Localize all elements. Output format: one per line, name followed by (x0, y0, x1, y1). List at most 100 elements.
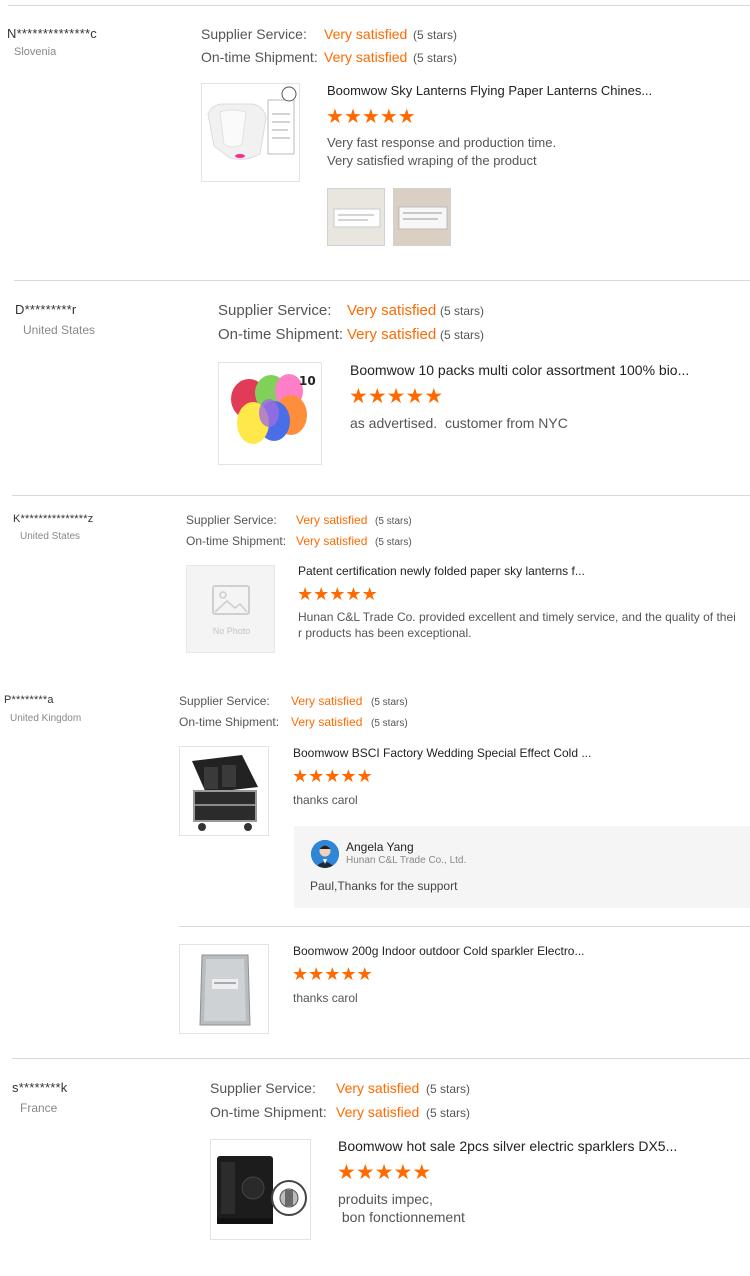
product-thumbnail[interactable] (201, 83, 300, 182)
supplier-service-row: Supplier Service: Very satisfied (5 star… (186, 513, 412, 527)
product-rating-stars: ★ ★ ★ ★ ★ (337, 1162, 431, 1183)
supplier-service-stars: (5 stars) (371, 697, 408, 708)
product-thumbnail[interactable] (179, 746, 269, 836)
supplier-service-label: Supplier Service: (186, 513, 277, 527)
star-icon: ★ (356, 766, 373, 786)
review-photo-image (328, 189, 384, 245)
star-icon: ★ (329, 584, 346, 604)
supplier-service-stars: (5 stars) (375, 516, 412, 527)
comment-line: produits impec, (338, 1191, 433, 1207)
ontime-shipment-label: On-time Shipment: (179, 715, 280, 729)
star-icon: ★ (379, 106, 398, 128)
no-photo-placeholder: No Photo (212, 585, 251, 636)
buyer-country: Slovenia (14, 46, 57, 58)
star-icon: ★ (292, 964, 309, 984)
no-photo-text: No Photo (213, 626, 251, 636)
product-title[interactable]: Boomwow Sky Lanterns Flying Paper Lanter… (327, 83, 737, 98)
star-icon: ★ (361, 106, 380, 128)
product-title[interactable]: Boomwow hot sale 2pcs silver electric sp… (338, 1138, 738, 1154)
star-icon: ★ (424, 385, 444, 408)
supplier-service-value: Very satisfied (291, 694, 363, 708)
lantern-count-badge: 10 (299, 374, 316, 388)
product-title[interactable]: Boomwow 10 packs multi color assortment … (350, 362, 740, 378)
ontime-shipment-value: Very satisfied (324, 49, 408, 65)
ontime-shipment-stars: (5 stars) (426, 1106, 471, 1120)
buyer-country: United Kingdom (10, 713, 82, 724)
supplier-service-stars: (5 stars) (426, 1082, 471, 1096)
supplier-service-label: Supplier Service: (201, 26, 307, 42)
reply-text: Paul,Thanks for the support (310, 879, 458, 893)
comment-line: r products has been exceptional. (298, 626, 472, 640)
star-icon: ★ (324, 964, 341, 984)
star-icon: ★ (345, 584, 362, 604)
star-icon: ★ (313, 584, 330, 604)
buyer-country: United States (23, 323, 96, 337)
reply-author-name: Angela Yang (346, 840, 414, 854)
star-icon: ★ (297, 584, 314, 604)
star-icon: ★ (326, 106, 344, 128)
review-comment: as advertised. customer from NYC (350, 414, 568, 434)
ontime-shipment-stars: (5 stars) (440, 328, 485, 342)
product-title[interactable]: Patent certification newly folded paper … (298, 564, 718, 578)
product-rating-stars: ★ ★ ★ ★ ★ (292, 767, 373, 785)
product-rating-stars: ★ ★ ★ ★ ★ (326, 107, 416, 127)
star-icon: ★ (356, 964, 373, 984)
supplier-service-value: Very satisfied (347, 302, 437, 319)
ontime-shipment-label: On-time Shipment: (186, 534, 287, 548)
review-photo[interactable] (393, 188, 451, 246)
supplier-service-label: Supplier Service: (179, 694, 270, 708)
divider (8, 5, 750, 6)
star-icon: ★ (386, 385, 406, 408)
ontime-shipment-row: On-time Shipment: Very satisfied (5 star… (210, 1104, 470, 1120)
star-icon: ★ (405, 385, 425, 408)
product-rating-stars: ★ ★ ★ ★ ★ (349, 386, 443, 407)
supplier-service-label: Supplier Service: (210, 1080, 316, 1096)
buyer-name: P********a (4, 694, 54, 706)
supplier-service-row: Supplier Service: Very satisfied (5 star… (210, 1080, 470, 1096)
buyer-name: N**************c (7, 26, 97, 41)
star-icon: ★ (308, 766, 325, 786)
star-icon: ★ (292, 766, 309, 786)
ontime-shipment-label: On-time Shipment: (201, 49, 318, 65)
review-comment: thanks carol (293, 793, 358, 807)
review-comment: thanks carol (293, 991, 358, 1005)
ontime-shipment-row: On-time Shipment: Very satisfied (5 star… (218, 326, 484, 343)
buyer-name: D*********r (15, 302, 77, 317)
ontime-shipment-label: On-time Shipment: (210, 1104, 327, 1120)
flight-case-machine-photo (180, 747, 268, 835)
divider (14, 280, 750, 281)
product-thumbnail[interactable]: 10 (218, 362, 322, 465)
reply-author-company: Hunan C&L Trade Co., Ltd. (346, 855, 467, 866)
supplier-service-value: Very satisfied (324, 26, 408, 42)
ontime-shipment-value: Very satisfied (347, 326, 437, 343)
sparkler-machine-photo (211, 1140, 310, 1239)
buyer-name: s********k (12, 1080, 68, 1095)
star-icon: ★ (343, 106, 362, 128)
supplier-service-stars: (5 stars) (440, 304, 485, 318)
supplier-service-row: Supplier Service: Very satisfied (5 star… (218, 302, 484, 319)
ontime-shipment-stars: (5 stars) (371, 718, 408, 729)
product-title[interactable]: Boomwow 200g Indoor outdoor Cold sparkle… (293, 944, 713, 958)
ontime-shipment-stars: (5 stars) (413, 51, 458, 65)
star-icon: ★ (308, 964, 325, 984)
product-title[interactable]: Boomwow BSCI Factory Wedding Special Eff… (293, 746, 713, 760)
star-icon: ★ (374, 1161, 394, 1184)
ontime-shipment-row: On-time Shipment: Very satisfied (5 star… (179, 715, 408, 729)
review-photo[interactable] (327, 188, 385, 246)
review-comment: produits impec, bon fonctionnement (338, 1190, 465, 1226)
comment-line: Very satisfied wraping of the product (327, 153, 537, 168)
comment-line: as advertised. customer from NYC (350, 415, 568, 431)
ontime-shipment-row: On-time Shipment: Very satisfied (5 star… (201, 49, 457, 65)
star-icon: ★ (397, 106, 416, 128)
product-thumbnail[interactable]: No Photo (186, 565, 275, 653)
star-icon: ★ (340, 964, 357, 984)
supplier-service-row: Supplier Service: Very satisfied (5 star… (201, 26, 457, 42)
buyer-country: United States (20, 531, 81, 542)
supplier-service-stars: (5 stars) (413, 28, 458, 42)
ontime-shipment-value: Very satisfied (296, 534, 368, 548)
product-thumbnail[interactable] (179, 944, 269, 1034)
product-thumbnail[interactable] (210, 1139, 311, 1240)
ontime-shipment-value: Very satisfied (336, 1104, 420, 1120)
product-rating-stars: ★ ★ ★ ★ ★ (297, 585, 378, 603)
star-icon: ★ (361, 584, 378, 604)
